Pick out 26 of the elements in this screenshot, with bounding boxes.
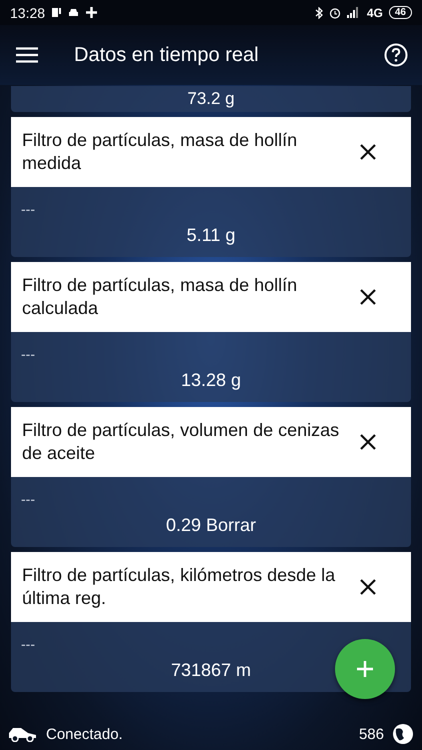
- bluetooth-icon: [314, 6, 323, 18]
- sensor-unit: ---: [21, 491, 35, 507]
- sensor-value: 0.29 Borrar: [166, 515, 256, 536]
- network-type: 4G: [366, 6, 383, 20]
- battery-level: 46: [388, 6, 412, 19]
- sensor-name: Filtro de partículas, kilómetros desde la última reg.: [22, 564, 336, 610]
- sensor-value: 73.2 g: [187, 89, 235, 109]
- plus-icon: [356, 660, 374, 678]
- car-icon: [68, 7, 80, 18]
- sensor-unit: ---: [21, 636, 35, 652]
- counter: 586: [358, 726, 384, 742]
- sensor-value: 731867 m: [170, 660, 252, 681]
- sensor-unit: ---: [21, 346, 35, 362]
- sensor-unit: ---: [21, 201, 35, 217]
- app-title: Datos en tiempo real: [74, 44, 259, 66]
- sensor-value: 5.11 g: [186, 225, 236, 246]
- connection-status: Conectado.: [46, 726, 123, 742]
- sensor-name: Filtro de partículas, masa de hollín medida: [22, 129, 298, 175]
- clock: 13:28: [10, 4, 46, 20]
- signal-icon: [346, 7, 361, 18]
- car-icon: [8, 726, 38, 742]
- sensor-value: 13.28 g: [180, 370, 242, 391]
- sensor-name: Filtro de partículas, masa de hollín calculada: [22, 274, 298, 320]
- notification-icon: [51, 7, 62, 18]
- sensor-name: Filtro de partículas, volumen de cenizas de aceite: [22, 419, 340, 465]
- alarm-icon: [328, 6, 341, 18]
